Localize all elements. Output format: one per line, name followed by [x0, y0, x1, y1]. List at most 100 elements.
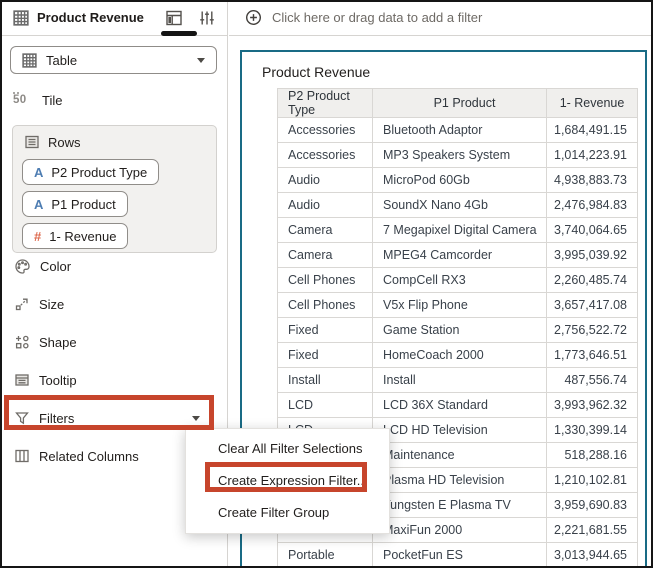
sidebar-item-tooltip[interactable]: Tooltip	[9, 361, 217, 399]
chip-1-revenue[interactable]: # 1- Revenue	[22, 223, 129, 249]
table-cell[interactable]: 2,756,522.72	[546, 317, 638, 343]
table-cell[interactable]: Audio	[277, 167, 373, 193]
measure-icon: #	[34, 228, 42, 244]
grammar-panel-tab[interactable]	[164, 8, 184, 28]
table-row[interactable]: Cell Phones CompCell RX3 2,260,485.74	[277, 267, 638, 293]
table-cell[interactable]: V5x Flip Phone	[372, 292, 547, 318]
table-cell[interactable]: Plasma HD Television	[372, 467, 547, 493]
table-cell[interactable]: 1,014,223.91	[546, 142, 638, 168]
table-cell[interactable]: Cell Phones	[277, 292, 373, 318]
chip-p2-product-type[interactable]: A P2 Product Type	[22, 159, 160, 185]
active-tab-indicator	[161, 31, 197, 36]
table-cell[interactable]: 1,684,491.15	[546, 117, 638, 143]
table-cell[interactable]: 3,995,039.92	[546, 242, 638, 268]
visualization-title: Product Revenue	[262, 64, 371, 80]
table-cell[interactable]: 487,556.74	[546, 367, 638, 393]
table-cell[interactable]: Maintenance	[372, 442, 547, 468]
table-cell[interactable]: LCD HD Television	[372, 417, 547, 443]
table-row[interactable]: Install Install 487,556.74	[277, 367, 638, 393]
table-cell[interactable]: SoundX Nano 4Gb	[372, 192, 547, 218]
table-cell[interactable]: 4,938,883.73	[546, 167, 638, 193]
rows-header: Rows	[22, 131, 207, 153]
table-cell[interactable]: Tungsten E Plasma TV	[372, 492, 547, 518]
table-cell[interactable]: Camera	[277, 242, 373, 268]
table-row[interactable]: Audio MicroPod 60Gb 4,938,883.73	[277, 167, 638, 193]
tooltip-icon	[14, 372, 30, 388]
table-cell[interactable]: CompCell RX3	[372, 267, 547, 293]
table-cell[interactable]: HomeCoach 2000	[372, 342, 547, 368]
table-cell[interactable]: Accessories	[277, 142, 373, 168]
add-filter-bar[interactable]: Click here or drag data to add a filter	[229, 0, 653, 36]
table-cell[interactable]: 3,013,944.65	[546, 542, 638, 566]
table-viz-icon	[13, 9, 29, 26]
column-header-p2-product-type[interactable]: P2 Product Type	[277, 88, 373, 118]
table-cell[interactable]: 3,740,064.65	[546, 217, 638, 243]
table-cell[interactable]: 1,330,399.14	[546, 417, 638, 443]
table-cell[interactable]: Accessories	[277, 117, 373, 143]
table-cell[interactable]: Audio	[277, 192, 373, 218]
table-cell[interactable]: Bluetooth Adaptor	[372, 117, 547, 143]
table-row[interactable]: Portable PocketFun ES 3,013,944.65	[277, 542, 638, 566]
sidebar-header: Product Revenue	[0, 0, 227, 36]
table-cell[interactable]: 1,210,102.81	[546, 467, 638, 493]
table-cell[interactable]: LCD 36X Standard	[372, 392, 547, 418]
table-cell[interactable]: LCD	[277, 392, 373, 418]
chip-p1-product[interactable]: A P1 Product	[22, 191, 128, 217]
visualization-type-value: Table	[46, 52, 78, 68]
table-row[interactable]: LCD LCD 36X Standard 3,993,962.32	[277, 392, 638, 418]
table-cell[interactable]: 3,657,417.08	[546, 292, 638, 318]
app-window: Product Revenue Table 50 Tile Rows A P2 …	[0, 0, 653, 568]
table-cell[interactable]: MPEG4 Camcorder	[372, 242, 547, 268]
table-row[interactable]: Camera MPEG4 Camcorder 3,995,039.92	[277, 242, 638, 268]
table-cell[interactable]: MaxiFun 2000	[372, 517, 547, 543]
column-header-p1-product[interactable]: P1 Product	[372, 88, 547, 118]
table-cell[interactable]: 2,260,485.74	[546, 267, 638, 293]
table-cell[interactable]: PocketFun ES	[372, 542, 547, 566]
chevron-down-icon	[197, 57, 205, 63]
table-cell[interactable]: Game Station	[372, 317, 547, 343]
annotation-box-filters	[4, 395, 214, 430]
visualization-type-select[interactable]: Table	[10, 46, 217, 74]
column-header-1-revenue[interactable]: 1- Revenue	[546, 88, 638, 118]
table-cell[interactable]: 2,221,681.55	[546, 517, 638, 543]
shape-icon	[14, 334, 30, 350]
table-cell[interactable]: Cell Phones	[277, 267, 373, 293]
table-cell[interactable]: Portable	[277, 542, 373, 566]
table-row[interactable]: Fixed HomeCoach 2000 1,773,646.51	[277, 342, 638, 368]
table-row[interactable]: Camera 7 Megapixel Digital Camera 3,740,06…	[277, 217, 638, 243]
color-palette-icon	[14, 258, 31, 275]
menu-item-clear-all-filter-selections[interactable]: Clear All Filter Selections	[186, 433, 389, 465]
attribute-icon: A	[34, 164, 44, 180]
table-row[interactable]: Cell Phones V5x Flip Phone 3,657,417.08	[277, 292, 638, 318]
table-cell[interactable]: 1,773,646.51	[546, 342, 638, 368]
table-cell[interactable]: 7 Megapixel Digital Camera	[372, 217, 547, 243]
table-cell[interactable]: 3,993,962.32	[546, 392, 638, 418]
tile-label: Tile	[42, 92, 63, 108]
rows-drop-target: Rows A P2 Product Type A P1 Product # 1-…	[12, 125, 217, 253]
table-cell[interactable]: MP3 Speakers System	[372, 142, 547, 168]
sidebar-item-color[interactable]: Color	[9, 247, 217, 285]
table-row[interactable]: Accessories MP3 Speakers System 1,014,223.…	[277, 142, 638, 168]
sidebar-item-shape[interactable]: Shape	[9, 323, 217, 361]
table-header-row: P2 Product Type P1 Product 1- Revenue	[277, 88, 638, 118]
table-cell[interactable]: MicroPod 60Gb	[372, 167, 547, 193]
table-row[interactable]: Audio SoundX Nano 4Gb 2,476,984.83	[277, 192, 638, 218]
annotation-box-create-expression-filter	[205, 462, 367, 492]
table-cell[interactable]: 518,288.16	[546, 442, 638, 468]
table-cell[interactable]: Install	[277, 367, 373, 393]
rows-icon	[24, 134, 40, 150]
table-row[interactable]: Fixed Game Station 2,756,522.72	[277, 317, 638, 343]
tile-option[interactable]: 50 Tile	[13, 88, 213, 112]
table-viz-icon	[22, 52, 37, 68]
sidebar-title: Product Revenue	[37, 10, 144, 25]
sidebar-item-size[interactable]: Size	[9, 285, 217, 323]
table-cell[interactable]: Camera	[277, 217, 373, 243]
table-cell[interactable]: Install	[372, 367, 547, 393]
table-cell[interactable]: 2,476,984.83	[546, 192, 638, 218]
table-cell[interactable]: 3,959,690.83	[546, 492, 638, 518]
table-cell[interactable]: Fixed	[277, 317, 373, 343]
table-cell[interactable]: Fixed	[277, 342, 373, 368]
properties-panel-tab[interactable]	[197, 8, 217, 28]
table-row[interactable]: Accessories Bluetooth Adaptor 1,684,491.15	[277, 117, 638, 143]
menu-item-create-filter-group[interactable]: Create Filter Group	[186, 497, 389, 529]
